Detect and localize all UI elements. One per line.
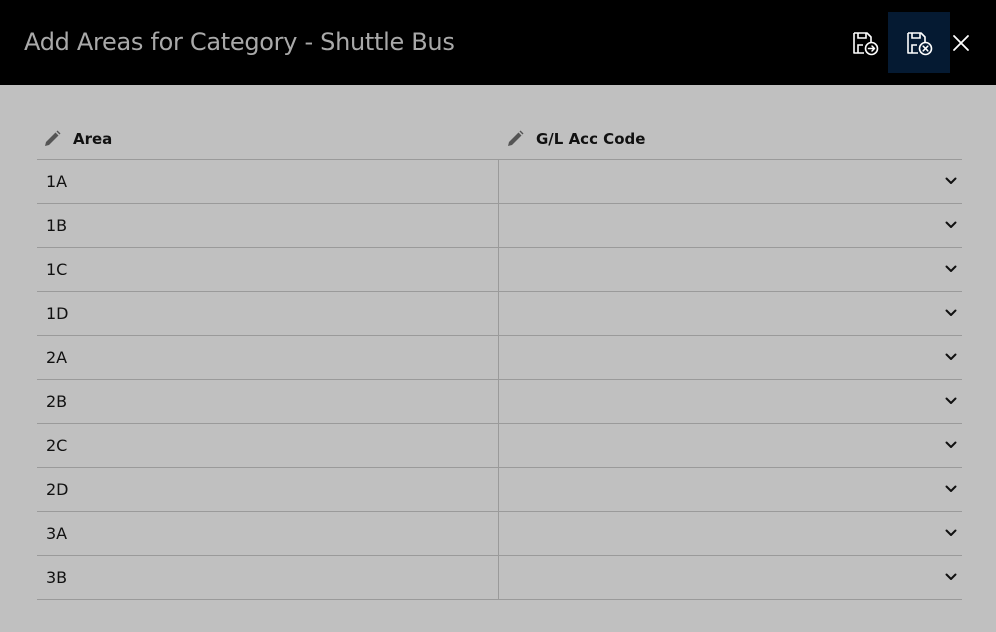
chevron-down-icon [945,441,957,448]
area-value: 1A [46,172,68,191]
chevron-down-icon [945,397,957,404]
save-and-continue-button[interactable] [842,12,888,73]
area-value: 2A [46,348,68,367]
area-cell[interactable]: 1B [37,204,499,247]
table-row: 3A [37,512,962,556]
chevron-down-icon [945,265,957,272]
gl-acc-code-dropdown[interactable] [499,468,962,511]
dialog-header: Add Areas for Category - Shuttle Bus [0,0,996,85]
area-cell[interactable]: 1A [37,160,499,203]
chevron-down-icon [945,221,957,228]
table-row: 3B [37,556,962,600]
close-button[interactable] [950,12,972,73]
column-label-gl-acc-code: G/L Acc Code [536,130,646,148]
area-cell[interactable]: 3A [37,512,499,555]
chevron-down-icon [945,573,957,580]
column-header-gl-acc-code[interactable]: G/L Acc Code [505,129,645,149]
area-cell[interactable]: 1C [37,248,499,291]
chevron-down-icon [945,177,957,184]
table-row: 2B [37,380,962,424]
table-row: 2D [37,468,962,512]
save-arrow-icon [853,31,879,55]
chevron-down-icon [945,485,957,492]
chevron-down-icon [945,353,957,360]
table-row: 1C [37,248,962,292]
area-value: 3B [46,568,68,587]
area-cell[interactable]: 2C [37,424,499,467]
area-value: 3A [46,524,68,543]
area-cell[interactable]: 1D [37,292,499,335]
area-cell[interactable]: 2A [37,336,499,379]
close-icon [953,34,969,51]
save-close-icon [907,31,933,55]
area-value: 1C [46,260,68,279]
table-row: 2A [37,336,962,380]
gl-acc-code-dropdown[interactable] [499,292,962,335]
areas-grid: Area G/L Acc Code 1A 1B 1C 1D 2A 2B 2C 2D 3A 3B [37,118,962,600]
gl-acc-code-dropdown[interactable] [499,160,962,203]
chevron-down-icon [945,529,957,536]
gl-acc-code-dropdown[interactable] [499,556,962,599]
area-cell[interactable]: 3B [37,556,499,599]
column-label-area: Area [73,130,113,148]
area-value: 2B [46,392,68,411]
area-cell[interactable]: 2B [37,380,499,423]
table-row: 2C [37,424,962,468]
gl-acc-code-dropdown[interactable] [499,336,962,379]
table-row: 1D [37,292,962,336]
area-value: 1D [46,304,69,323]
table-row: 1B [37,204,962,248]
pencil-icon [508,130,524,146]
save-and-close-button[interactable] [888,12,950,73]
area-cell[interactable]: 2D [37,468,499,511]
gl-acc-code-dropdown[interactable] [499,512,962,555]
grid-body: 1A 1B 1C 1D 2A 2B 2C 2D 3A 3B [37,160,962,600]
pencil-icon [45,130,61,146]
gl-acc-code-dropdown[interactable] [499,248,962,291]
chevron-down-icon [945,309,957,316]
gl-acc-code-dropdown[interactable] [499,380,962,423]
gl-acc-code-dropdown[interactable] [499,424,962,467]
column-header-area[interactable]: Area [42,129,112,149]
table-row: 1A [37,160,962,204]
area-value: 1B [46,216,68,235]
area-value: 2D [46,480,69,499]
grid-header: Area G/L Acc Code [37,118,962,160]
area-value: 2C [46,436,68,455]
dialog-title: Add Areas for Category - Shuttle Bus [24,28,455,56]
gl-acc-code-dropdown[interactable] [499,204,962,247]
